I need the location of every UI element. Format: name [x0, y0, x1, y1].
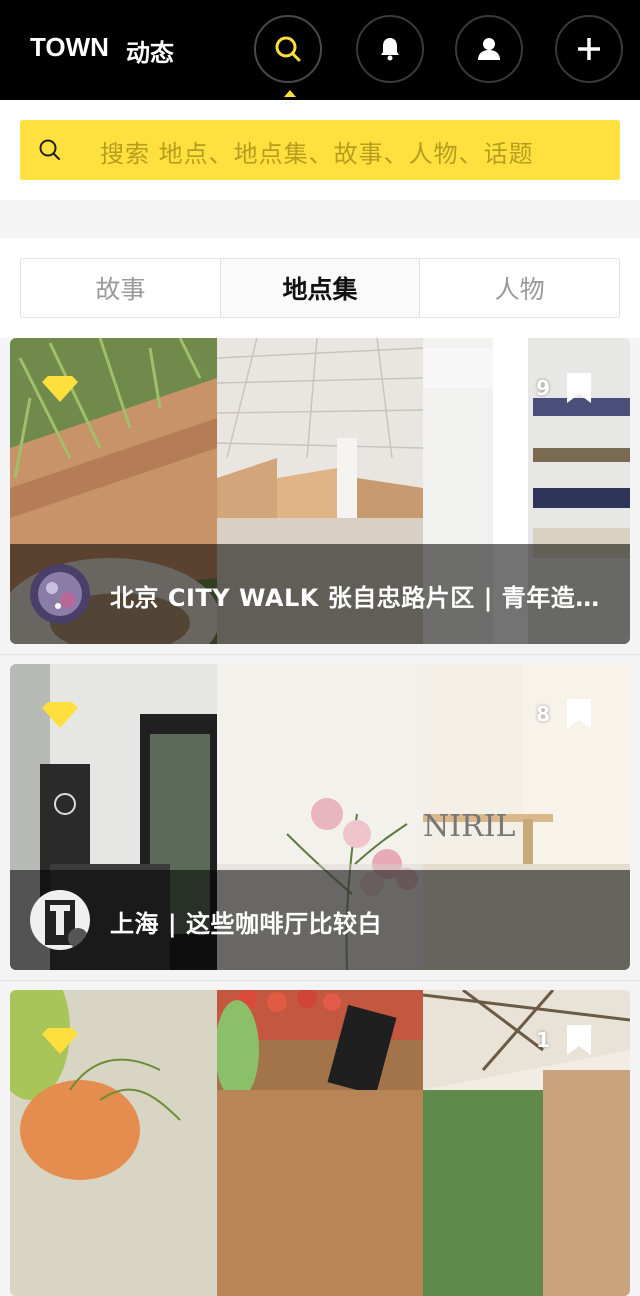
bell-icon	[381, 38, 399, 61]
card-title: 北京 CITY WALK 张自忠路片区 | 青年造物空间	[110, 584, 610, 612]
card-photo	[423, 990, 630, 1296]
place-count: 1	[536, 1028, 550, 1052]
search-section: 搜索 地点、地点集、故事、人物、话题	[0, 100, 640, 200]
diamond-icon	[42, 376, 78, 402]
tabs-section: 故事 地点集 人物	[0, 238, 640, 338]
collection-card[interactable]: NIRIL 8 上海 | 这些咖啡厅比较白	[10, 664, 630, 970]
search-button[interactable]	[254, 15, 322, 83]
plus-icon	[578, 38, 600, 60]
avatar[interactable]	[30, 890, 90, 950]
bookmark-icon[interactable]	[566, 1024, 592, 1056]
search-input[interactable]: 搜索 地点、地点集、故事、人物、话题	[20, 120, 620, 180]
search-icon	[39, 139, 60, 160]
nav-feed-tab[interactable]: 动态	[126, 33, 174, 68]
diamond-icon	[42, 1028, 78, 1054]
search-icon	[275, 36, 301, 62]
tab-stories[interactable]: 故事	[21, 259, 220, 317]
active-indicator	[284, 90, 296, 97]
notifications-button[interactable]	[356, 15, 424, 83]
tab-place-collections[interactable]: 地点集	[219, 259, 420, 317]
place-count: 8	[536, 702, 550, 726]
divider	[0, 980, 640, 981]
user-icon	[478, 38, 500, 60]
avatar[interactable]	[30, 564, 90, 624]
card-title: 上海 | 这些咖啡厅比较白	[110, 910, 382, 938]
collection-card[interactable]: 9 北京 CITY WALK 张自忠路片区 | 青年造物空间	[10, 338, 630, 644]
top-navigation-bar: TOWN 动态	[0, 0, 640, 100]
place-count: 9	[536, 376, 550, 400]
bookmark-icon[interactable]	[566, 698, 592, 730]
card-photo	[217, 990, 423, 1296]
search-placeholder: 搜索 地点、地点集、故事、人物、话题	[100, 140, 534, 168]
divider	[0, 654, 640, 655]
collection-card[interactable]: 1	[10, 990, 630, 1296]
svg-text:NIRIL: NIRIL	[423, 809, 516, 844]
bookmark-icon[interactable]	[566, 372, 592, 404]
nav-town-tab[interactable]: TOWN	[30, 32, 109, 63]
tab-people[interactable]: 人物	[419, 259, 619, 317]
segment-tabs: 故事 地点集 人物	[20, 258, 620, 318]
profile-button[interactable]	[455, 15, 523, 83]
add-button[interactable]	[555, 15, 623, 83]
diamond-icon	[42, 702, 78, 728]
